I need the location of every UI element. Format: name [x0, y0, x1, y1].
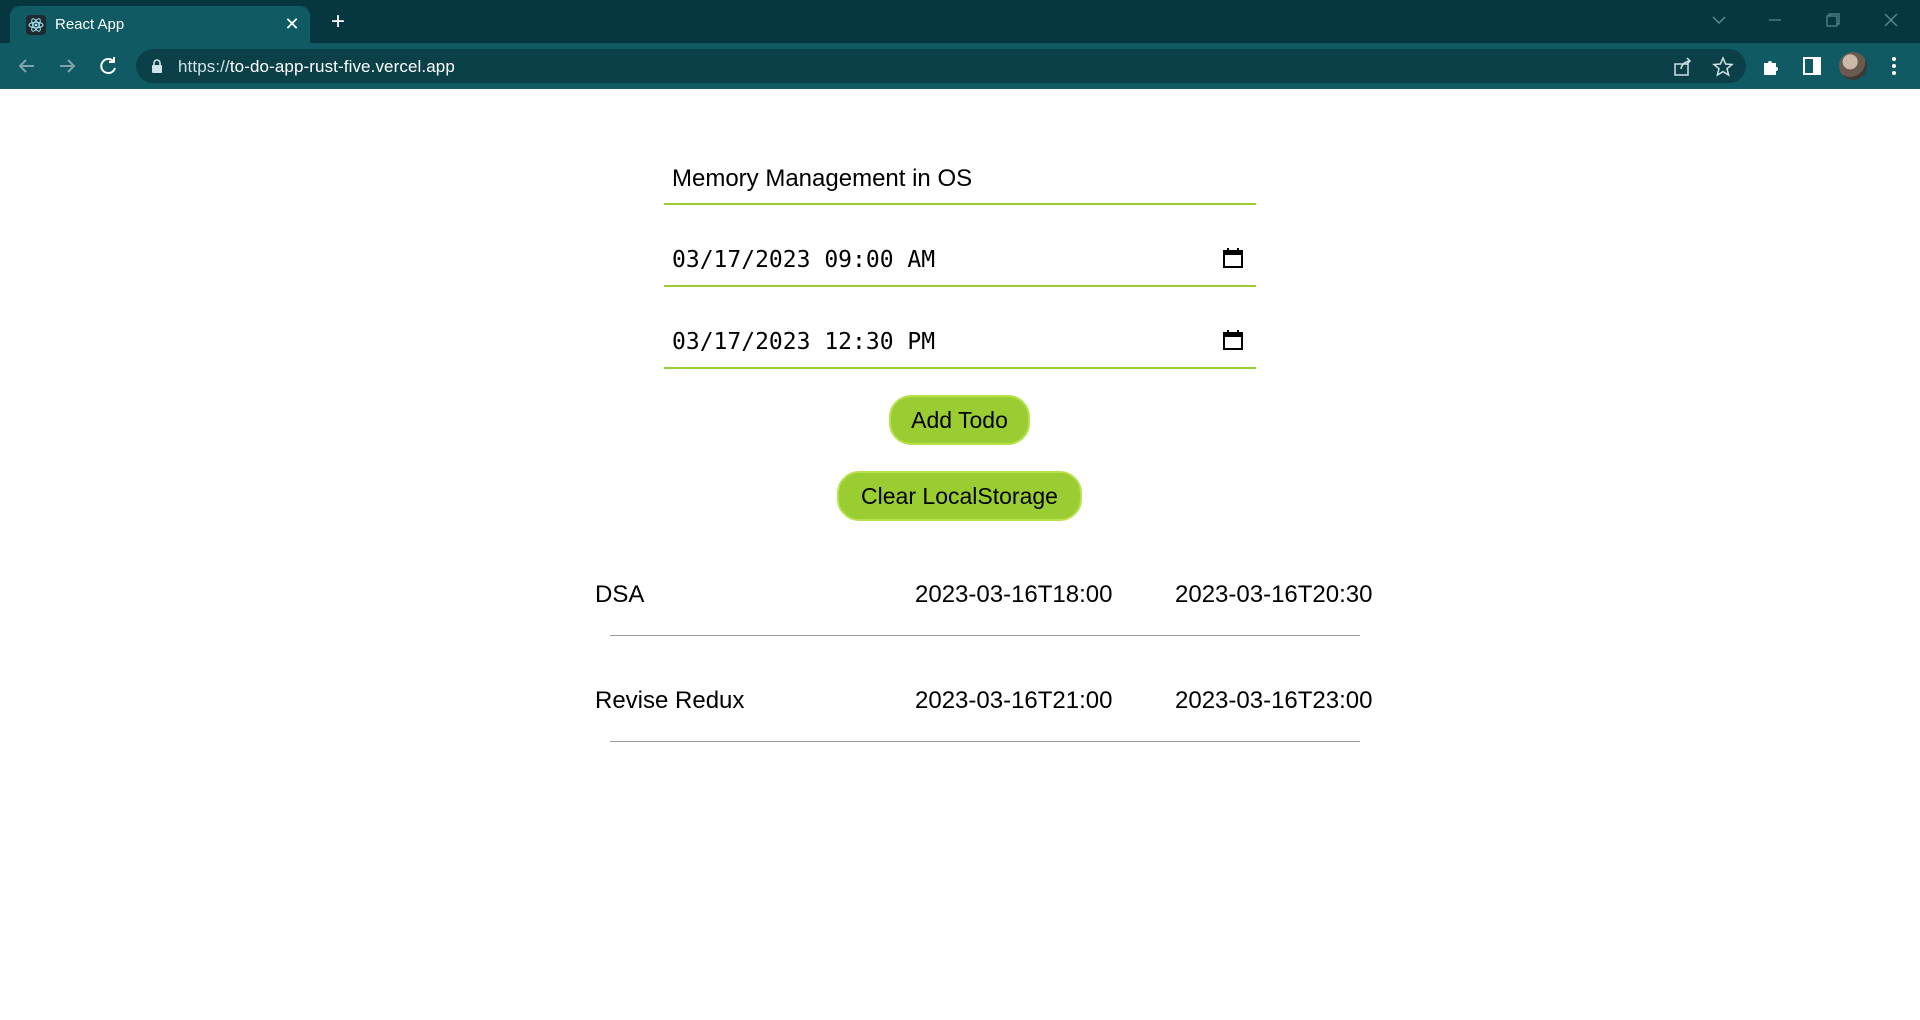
start-datetime-value: 03/17/2023 09:00 AM: [672, 247, 936, 273]
browser-tab[interactable]: React App ✕: [10, 6, 310, 43]
end-datetime-value: 03/17/2023 12:30 PM: [672, 329, 936, 355]
start-datetime-input[interactable]: 03/17/2023 09:00 AM: [664, 231, 1256, 287]
todo-end: 2023-03-16T20:30: [1175, 581, 1373, 608]
url-host: to-do-app-rust-five.vercel.app: [229, 57, 455, 76]
react-logo-icon: [26, 15, 46, 35]
todo-end: 2023-03-16T23:00: [1175, 687, 1373, 714]
clear-localstorage-button[interactable]: Clear LocalStorage: [837, 471, 1082, 521]
browser-toolbar: https://to-do-app-rust-five.vercel.app: [0, 43, 1920, 89]
side-panel-icon[interactable]: [1800, 54, 1824, 78]
share-icon[interactable]: [1672, 56, 1694, 78]
calendar-icon[interactable]: [1222, 247, 1244, 269]
todo-title-input[interactable]: Memory Management in OS: [664, 149, 1256, 205]
todo-start: 2023-03-16T21:00: [915, 687, 1113, 714]
todo-title-value: Memory Management in OS: [672, 165, 973, 192]
todo-title: Revise Redux: [595, 687, 745, 714]
back-arrow-icon[interactable]: [14, 53, 40, 79]
todo-row: DSA 2023-03-16T18:00 2023-03-16T20:30: [595, 563, 1375, 669]
profile-avatar[interactable]: [1839, 52, 1867, 80]
chevron-down-icon[interactable]: [1702, 8, 1736, 32]
row-divider: [610, 741, 1360, 742]
restore-icon[interactable]: [1815, 8, 1849, 32]
minimize-icon[interactable]: [1758, 8, 1792, 32]
url-text[interactable]: https://to-do-app-rust-five.vercel.app: [178, 57, 455, 77]
star-icon[interactable]: [1712, 56, 1734, 78]
todo-title: DSA: [595, 581, 645, 608]
todo-start: 2023-03-16T18:00: [915, 581, 1113, 608]
more-vert-icon[interactable]: [1882, 54, 1906, 78]
forward-arrow-icon[interactable]: [54, 53, 80, 79]
address-bar[interactable]: https://to-do-app-rust-five.vercel.app: [136, 49, 1746, 83]
reload-icon[interactable]: [95, 53, 121, 79]
lock-icon[interactable]: [150, 58, 164, 74]
page-content: Memory Management in OS 03/17/2023 09:00…: [0, 89, 1920, 1020]
tab-strip: React App ✕ +: [0, 0, 1920, 43]
url-scheme: https://: [178, 57, 230, 76]
window-close-icon[interactable]: [1874, 8, 1908, 32]
extensions-puzzle-icon[interactable]: [1760, 54, 1784, 78]
add-todo-button[interactable]: Add Todo: [889, 395, 1030, 445]
plus-icon[interactable]: +: [324, 8, 352, 36]
row-divider: [610, 635, 1360, 636]
end-datetime-input[interactable]: 03/17/2023 12:30 PM: [664, 313, 1256, 369]
todo-row: Revise Redux 2023-03-16T21:00 2023-03-16…: [595, 669, 1375, 775]
calendar-icon[interactable]: [1222, 329, 1244, 351]
tab-title: React App: [55, 16, 125, 33]
close-icon[interactable]: ✕: [280, 12, 304, 36]
